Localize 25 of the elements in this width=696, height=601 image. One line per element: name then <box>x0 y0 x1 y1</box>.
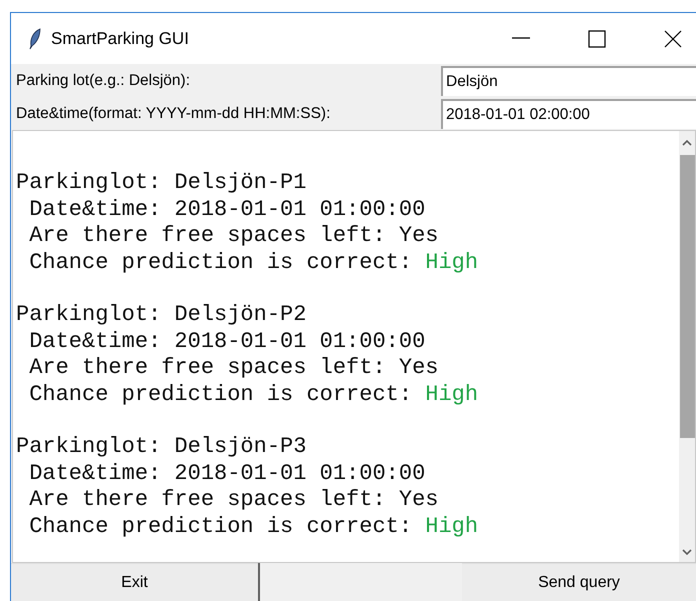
text-field[interactable]: Delsjön <box>441 66 696 96</box>
window-title: SmartParking GUI <box>51 28 189 50</box>
output-line: Are there free spaces left: Yes <box>28 355 438 382</box>
output-line: Parkinglot: Delsjön-P3 <box>16 434 306 461</box>
field-label: Date&time(format: YYYY-mm-dd HH:MM:SS): <box>15 104 332 124</box>
close-icon[interactable] <box>664 30 682 48</box>
scroll-down-icon[interactable] <box>682 548 692 556</box>
output-line: Date&time: 2018-01-01 01:00:00 <box>28 328 426 356</box>
exit-button[interactable]: Exit <box>11 563 258 601</box>
feather-icon <box>29 28 41 50</box>
scroll-up-icon[interactable] <box>682 139 692 147</box>
field-label: Parking lot(e.g.: Delsjön): <box>15 70 192 91</box>
text-field[interactable]: 2018-01-01 02:00:00 <box>441 98 696 128</box>
output-line: Date&time: 2018-01-01 01:00:00 <box>28 460 426 488</box>
output-line: Are there free spaces left: Yes <box>28 223 438 250</box>
send-query-button[interactable]: Send query <box>462 563 696 601</box>
output-line: Parkinglot: Delsjön-P2 <box>16 302 306 329</box>
scroll-thumb[interactable] <box>680 155 694 438</box>
output-line: Chance prediction is correct: High <box>28 514 478 540</box>
output-line: Chance prediction is correct: High <box>28 250 478 276</box>
output-line: Chance prediction is correct: High <box>28 382 478 408</box>
output-line: Parkinglot: Delsjön-P1 <box>16 170 306 197</box>
output-line: Are there free spaces left: Yes <box>28 487 438 514</box>
maximize-icon[interactable] <box>588 30 606 48</box>
output-line: Date&time: 2018-01-01 01:00:00 <box>28 196 426 224</box>
